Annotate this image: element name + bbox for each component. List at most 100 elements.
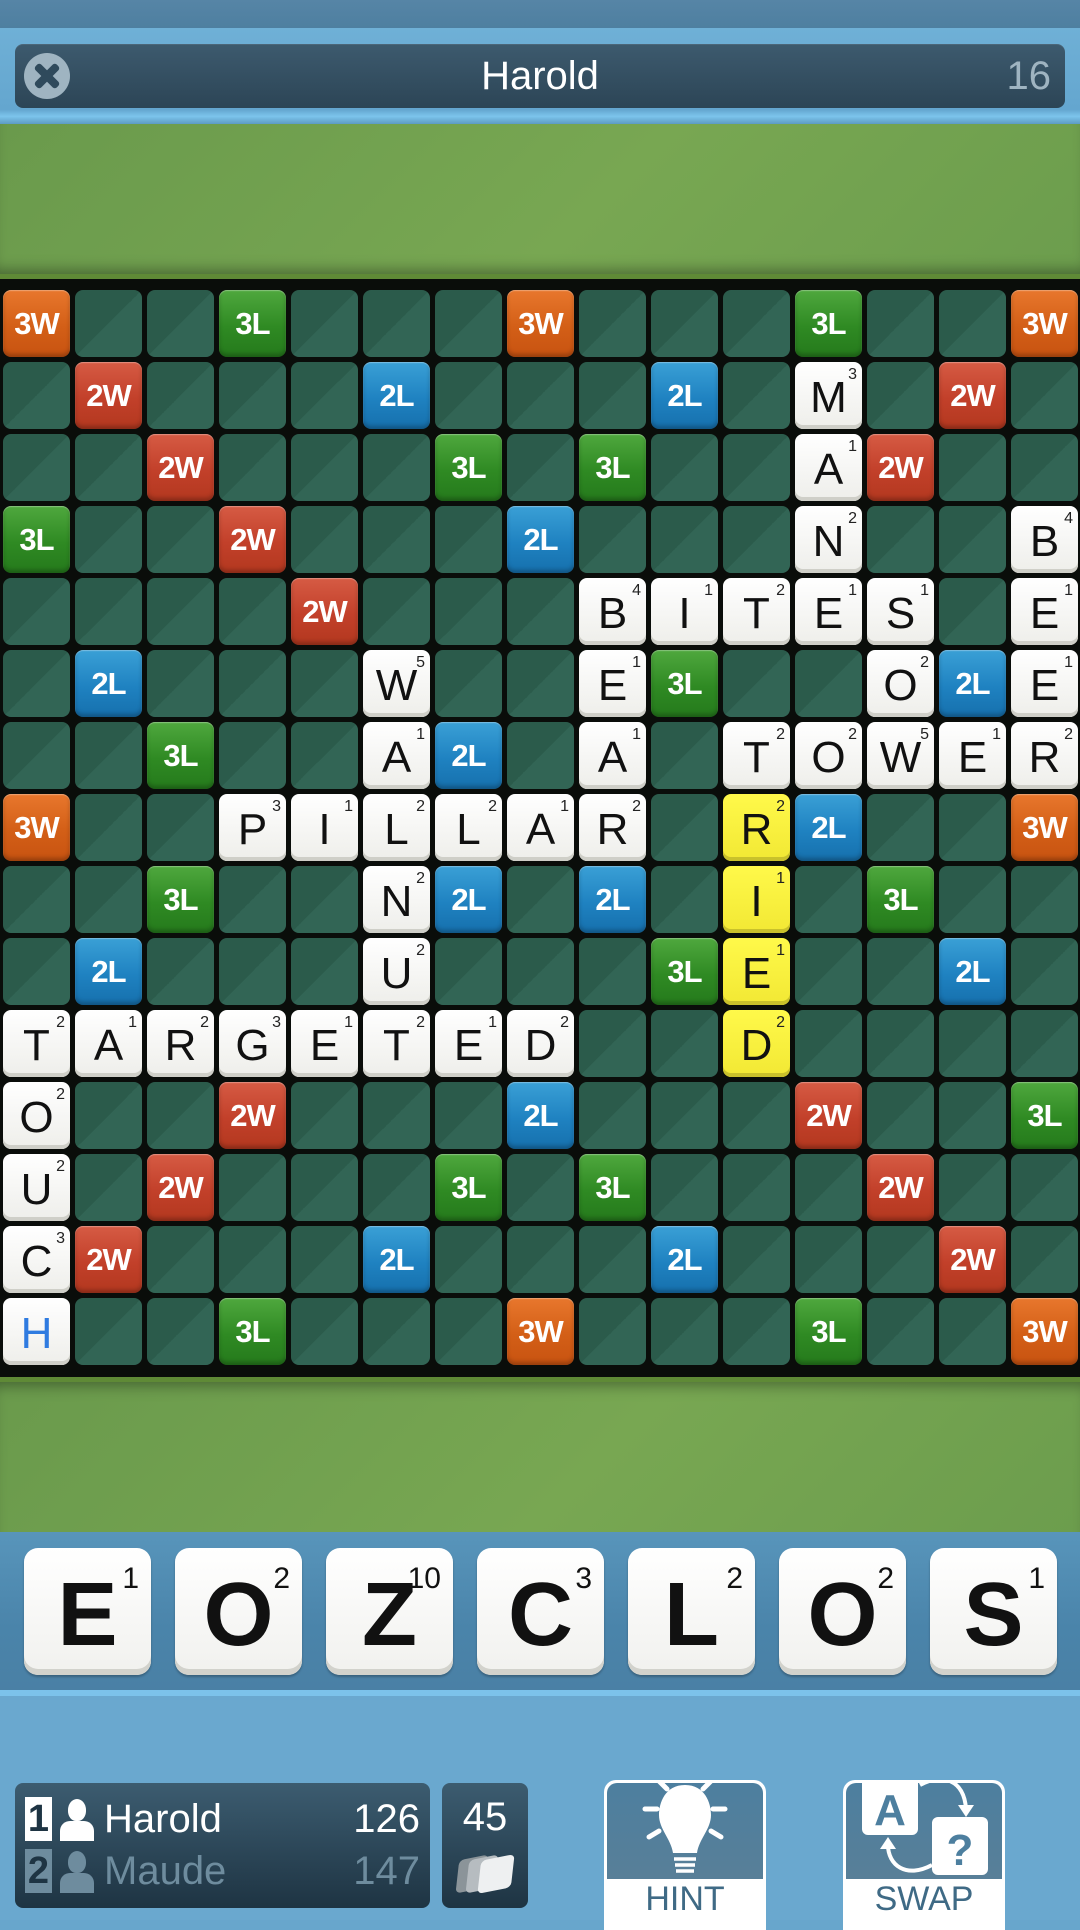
board-cell-empty[interactable] (1011, 1226, 1078, 1293)
board-tile[interactable]: S1 (867, 578, 934, 645)
board-tile[interactable]: P3 (219, 794, 286, 861)
board-tile[interactable]: I1 (723, 866, 790, 933)
board-cell-empty[interactable] (867, 938, 934, 1005)
bonus-cell-3l[interactable]: 3L (651, 650, 718, 717)
board-tile[interactable]: B4 (1011, 506, 1078, 573)
bonus-cell-3l[interactable]: 3L (435, 434, 502, 501)
board-cell-empty[interactable] (867, 362, 934, 429)
board-cell-empty[interactable] (723, 434, 790, 501)
board-cell-empty[interactable] (75, 866, 142, 933)
board-cell-empty[interactable] (867, 1226, 934, 1293)
board-cell-empty[interactable] (507, 434, 574, 501)
rack-tile[interactable]: Z 10 (326, 1548, 453, 1675)
board-cell-empty[interactable] (723, 1226, 790, 1293)
bonus-cell-2w[interactable]: 2W (219, 1082, 286, 1149)
rack-tile[interactable]: C 3 (477, 1548, 604, 1675)
board-cell-empty[interactable] (219, 434, 286, 501)
board-cell-empty[interactable] (1011, 938, 1078, 1005)
board-cell-empty[interactable] (507, 866, 574, 933)
board-cell-empty[interactable] (579, 1298, 646, 1365)
board-cell-empty[interactable] (723, 506, 790, 573)
board-cell-empty[interactable] (867, 794, 934, 861)
board-cell-empty[interactable] (75, 1298, 142, 1365)
rack-tile[interactable]: E 1 (24, 1548, 151, 1675)
board-tile[interactable]: C3 (3, 1226, 70, 1293)
board-cell-empty[interactable] (435, 1082, 502, 1149)
board-cell-empty[interactable] (1011, 866, 1078, 933)
board-cell-empty[interactable] (435, 506, 502, 573)
board-tile[interactable]: L2 (363, 794, 430, 861)
bonus-cell-2w[interactable]: 2W (939, 362, 1006, 429)
rack-tile[interactable]: O 2 (779, 1548, 906, 1675)
bonus-cell-3l[interactable]: 3L (1011, 1082, 1078, 1149)
board-cell-empty[interactable] (651, 1010, 718, 1077)
board-cell-empty[interactable] (291, 362, 358, 429)
board-tile[interactable]: A1 (795, 434, 862, 501)
board-cell-empty[interactable] (75, 722, 142, 789)
board-cell-empty[interactable] (939, 290, 1006, 357)
board-tile[interactable]: R2 (579, 794, 646, 861)
board-tile[interactable]: G3 (219, 1010, 286, 1077)
board-tile[interactable]: W5 (867, 722, 934, 789)
board-cell-empty[interactable] (291, 434, 358, 501)
board-tile[interactable]: R2 (147, 1010, 214, 1077)
board-tile[interactable]: E1 (435, 1010, 502, 1077)
board-cell-empty[interactable] (651, 794, 718, 861)
board-cell-empty[interactable] (219, 650, 286, 717)
board-cell-empty[interactable] (651, 434, 718, 501)
board-cell-empty[interactable] (867, 1010, 934, 1077)
board-tile[interactable]: E1 (723, 938, 790, 1005)
bonus-cell-3l[interactable]: 3L (651, 938, 718, 1005)
board-tile[interactable]: E1 (795, 578, 862, 645)
board-cell-empty[interactable] (939, 794, 1006, 861)
board-cell-empty[interactable] (291, 1226, 358, 1293)
board-cell-empty[interactable] (75, 434, 142, 501)
bonus-cell-3l[interactable]: 3L (147, 722, 214, 789)
board-cell-empty[interactable] (579, 1082, 646, 1149)
board-tile[interactable]: O2 (3, 1082, 70, 1149)
board-tile[interactable]: T2 (363, 1010, 430, 1077)
board-cell-empty[interactable] (723, 1082, 790, 1149)
bonus-cell-3l[interactable]: 3L (219, 290, 286, 357)
board-cell-empty[interactable] (75, 1082, 142, 1149)
board-cell-empty[interactable] (723, 1154, 790, 1221)
bonus-cell-3w[interactable]: 3W (1011, 794, 1078, 861)
board-cell-empty[interactable] (3, 938, 70, 1005)
bonus-cell-3w[interactable]: 3W (3, 290, 70, 357)
bonus-cell-2l[interactable]: 2L (795, 794, 862, 861)
board-cell-empty[interactable] (579, 290, 646, 357)
bonus-cell-2l[interactable]: 2L (651, 1226, 718, 1293)
board-cell-empty[interactable] (147, 290, 214, 357)
bonus-cell-2l[interactable]: 2L (75, 650, 142, 717)
board-cell-empty[interactable] (507, 938, 574, 1005)
board-cell-empty[interactable] (147, 794, 214, 861)
bonus-cell-3l[interactable]: 3L (795, 1298, 862, 1365)
board-cell-empty[interactable] (651, 506, 718, 573)
board-cell-empty[interactable] (651, 722, 718, 789)
board-cell-empty[interactable] (363, 290, 430, 357)
board-cell-empty[interactable] (147, 578, 214, 645)
board-cell-empty[interactable] (219, 578, 286, 645)
board-cell-empty[interactable] (75, 1154, 142, 1221)
bonus-cell-2w[interactable]: 2W (867, 1154, 934, 1221)
bonus-cell-2l[interactable]: 2L (939, 650, 1006, 717)
board-cell-empty[interactable] (939, 506, 1006, 573)
bonus-cell-3w[interactable]: 3W (3, 794, 70, 861)
board-cell-empty[interactable] (651, 1154, 718, 1221)
board-cell-empty[interactable] (507, 578, 574, 645)
board-cell-empty[interactable] (75, 794, 142, 861)
board-cell-empty[interactable] (939, 1298, 1006, 1365)
board-cell-empty[interactable] (291, 290, 358, 357)
board-cell-empty[interactable] (3, 578, 70, 645)
board-tile[interactable]: R2 (1011, 722, 1078, 789)
bonus-cell-3l[interactable]: 3L (435, 1154, 502, 1221)
bonus-cell-2l[interactable]: 2L (75, 938, 142, 1005)
board-cell-empty[interactable] (507, 1226, 574, 1293)
board-tile[interactable]: M3 (795, 362, 862, 429)
board-cell-empty[interactable] (147, 650, 214, 717)
board-cell-empty[interactable] (939, 1082, 1006, 1149)
board-cell-empty[interactable] (867, 290, 934, 357)
board-tile[interactable]: E1 (1011, 578, 1078, 645)
board-tile[interactable]: E1 (579, 650, 646, 717)
board-cell-empty[interactable] (3, 722, 70, 789)
